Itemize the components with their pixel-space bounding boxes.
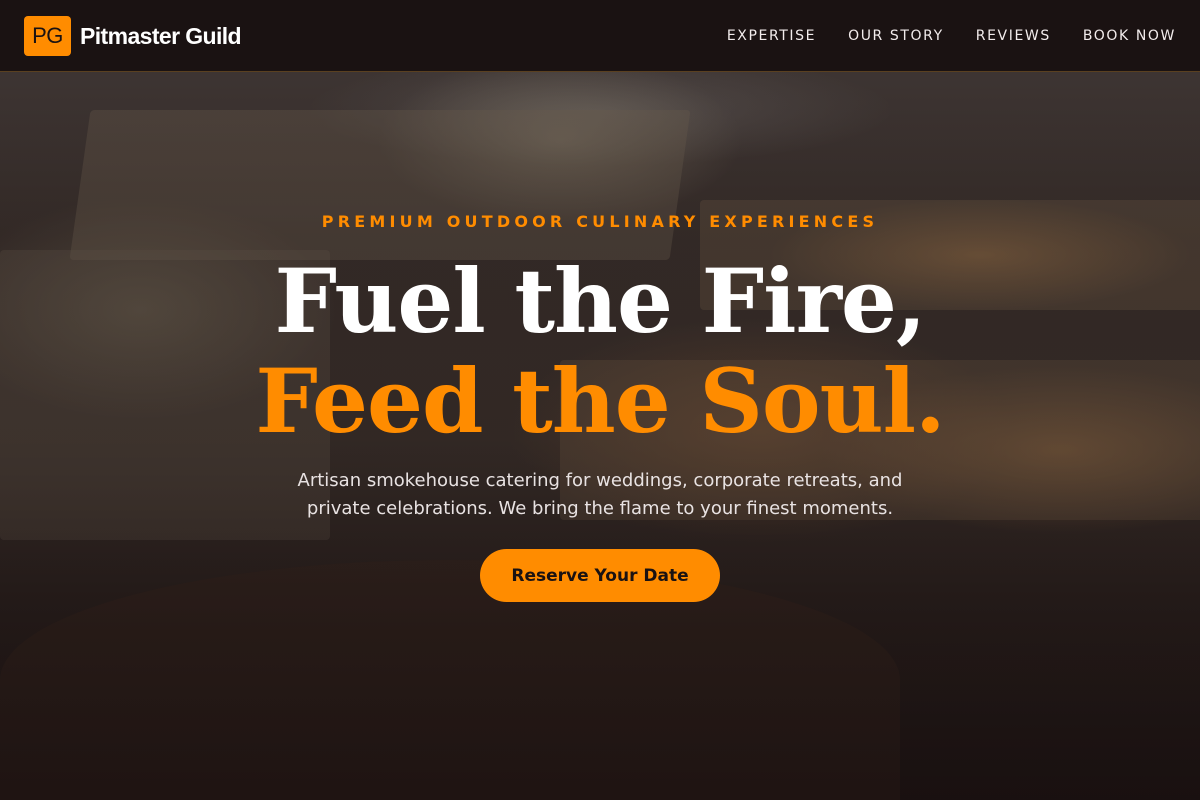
site-header: PG Pitmaster Guild EXPERTISE OUR STORY R… <box>0 0 1200 72</box>
nav-link-reviews[interactable]: REVIEWS <box>976 28 1051 44</box>
hero-subtitle: Artisan smokehouse catering for weddings… <box>297 470 903 519</box>
logo-link[interactable]: PG Pitmaster Guild <box>24 16 242 56</box>
main-nav: EXPERTISE OUR STORY REVIEWS BOOK NOW <box>695 0 1176 72</box>
nav-link-expertise[interactable]: EXPERTISE <box>727 28 816 44</box>
reserve-date-button[interactable]: Reserve Your Date <box>480 549 720 602</box>
hero-eyebrow: PREMIUM OUTDOOR CULINARY EXPERIENCES <box>321 212 879 231</box>
page: PG Pitmaster Guild EXPERTISE OUR STORY R… <box>0 0 1200 800</box>
hero-title-line-1: Fuel the Fire, <box>274 249 926 353</box>
logo-badge: PG <box>24 16 71 56</box>
hero-title-line-2: Feed the Soul. <box>255 349 945 453</box>
brand-name: Pitmaster Guild <box>80 22 242 49</box>
nav-link-our-story[interactable]: OUR STORY <box>848 28 944 44</box>
nav-link-book-now[interactable]: BOOK NOW <box>1083 28 1176 44</box>
